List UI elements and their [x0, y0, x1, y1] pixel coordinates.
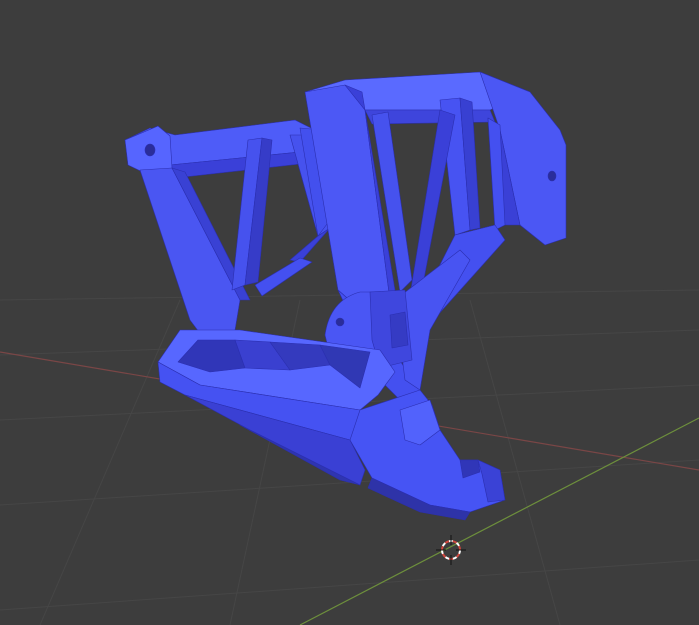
mount-hole-left [144, 143, 156, 157]
3d-viewport[interactable] [0, 0, 699, 625]
mount-hole-right [547, 170, 557, 182]
hinge-hole [335, 317, 345, 327]
viewport-canvas[interactable] [0, 0, 699, 625]
